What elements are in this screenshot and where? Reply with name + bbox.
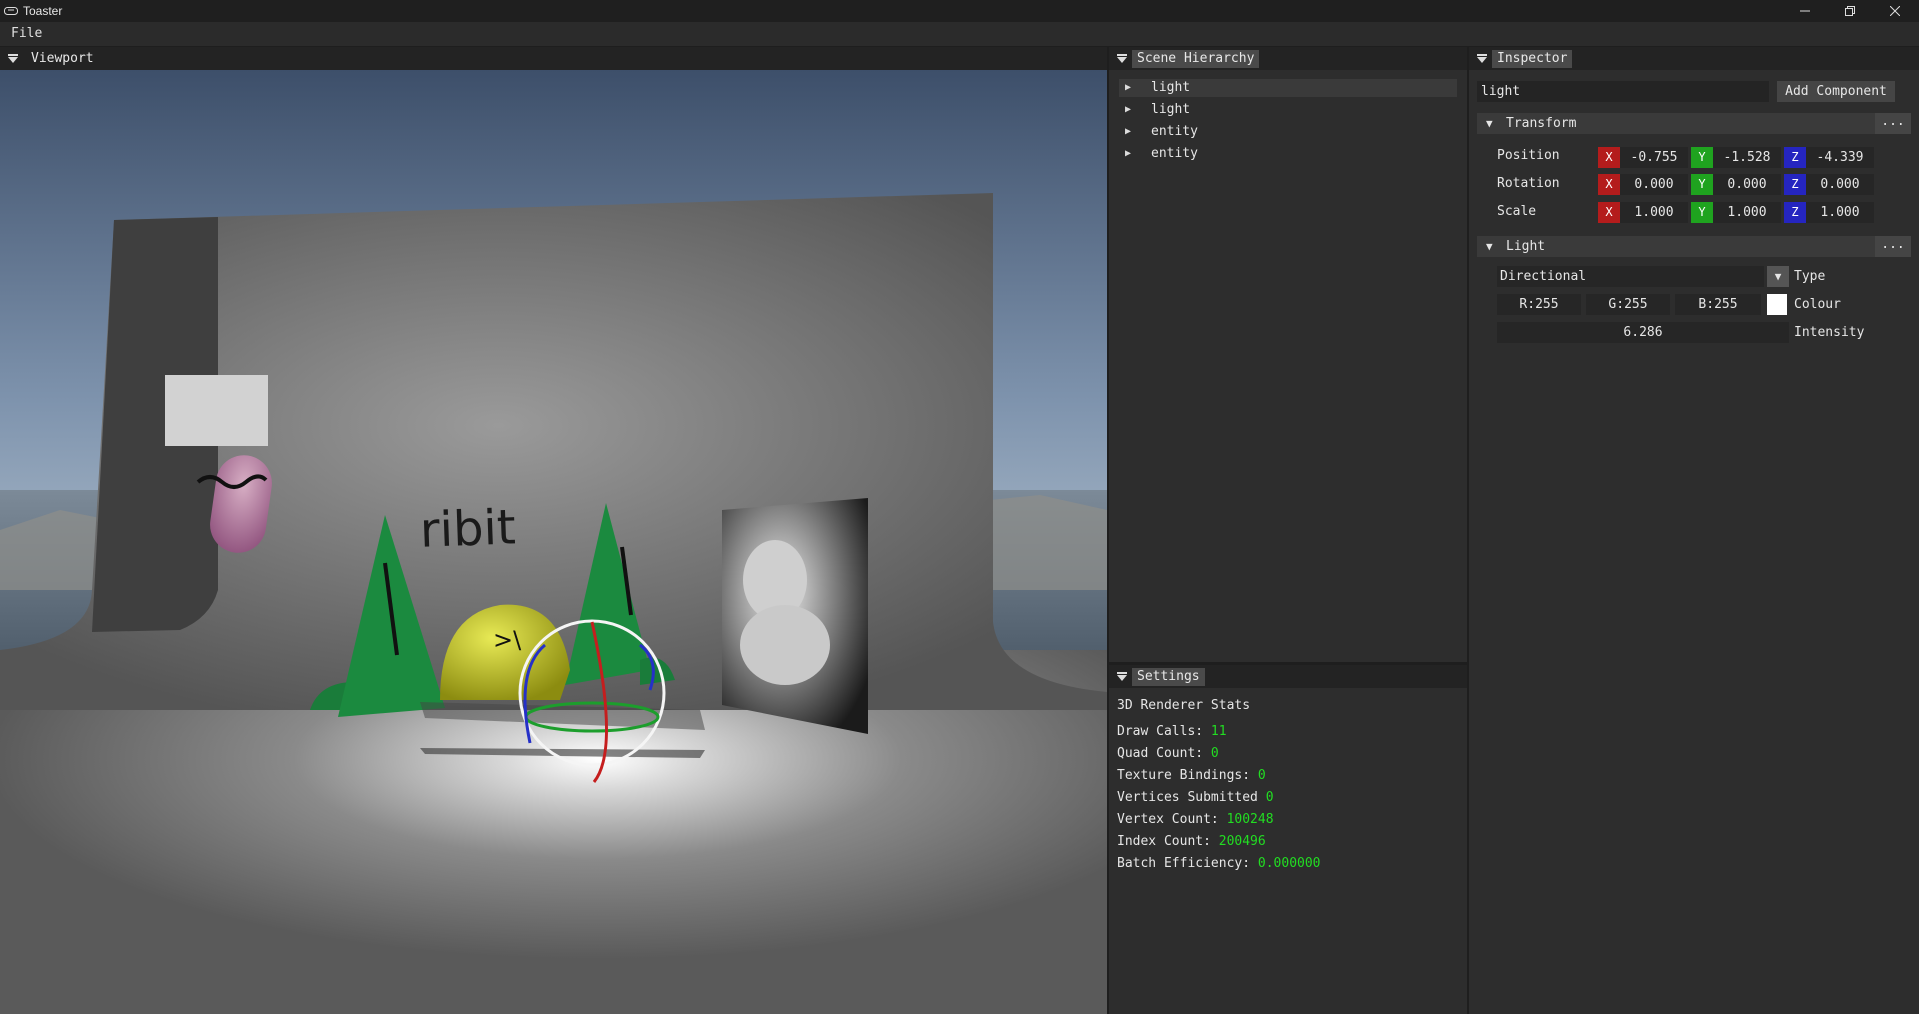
scale-z-field[interactable]: 1.000 xyxy=(1806,202,1874,223)
settings-header: Settings xyxy=(1109,665,1467,688)
viewport-header: Viewport xyxy=(0,47,1107,70)
tree-item-label: entity xyxy=(1151,146,1198,161)
rotation-z-button[interactable]: Z xyxy=(1784,174,1806,195)
hierarchy-header: Scene Hierarchy xyxy=(1109,47,1467,70)
collapse-icon[interactable] xyxy=(1477,54,1487,63)
tree-item[interactable]: ▶ light xyxy=(1119,101,1457,119)
expanded-arrow-icon: ▼ xyxy=(1486,117,1493,130)
restore-icon xyxy=(1845,6,1855,16)
position-z-field[interactable]: -4.339 xyxy=(1806,147,1874,168)
stat-batch-efficiency: Batch Efficiency: 0.000000 xyxy=(1117,856,1321,871)
viewport-panel: Viewport >\ ribit xyxy=(0,47,1107,1014)
add-component-button[interactable]: Add Component xyxy=(1777,81,1895,102)
light-section-header[interactable]: ▼ Light ... xyxy=(1477,236,1911,257)
white-panel xyxy=(165,375,268,446)
face-text: >\ xyxy=(493,626,522,654)
settings-panel: Settings 3D Renderer Stats Draw Calls: 1… xyxy=(1109,665,1467,1014)
scale-y-field[interactable]: 1.000 xyxy=(1713,202,1781,223)
menu-file[interactable]: File xyxy=(11,26,42,41)
renderer-stats-title: 3D Renderer Stats xyxy=(1117,698,1251,713)
expanded-arrow-icon: ▼ xyxy=(1486,240,1493,253)
stat-draw-calls: Draw Calls: 11 xyxy=(1117,724,1227,739)
scene-hierarchy-panel: Scene Hierarchy ▶ light ▶ light ▶ entity… xyxy=(1109,47,1467,662)
stat-index-count: Index Count: 200496 xyxy=(1117,834,1266,849)
rotation-y-button[interactable]: Y xyxy=(1691,174,1713,195)
position-label: Position xyxy=(1497,148,1560,163)
colour-swatch[interactable] xyxy=(1767,294,1787,315)
close-icon xyxy=(1889,5,1901,17)
stat-vertex-count: Vertex Count: 100248 xyxy=(1117,812,1274,827)
window-title: Toaster xyxy=(23,4,63,18)
expand-arrow-icon[interactable]: ▶ xyxy=(1125,123,1131,141)
rotation-x-button[interactable]: X xyxy=(1598,174,1620,195)
colour-g-field[interactable]: G:255 xyxy=(1586,294,1670,315)
collapse-icon[interactable] xyxy=(1117,672,1127,681)
dropdown-arrow-button[interactable]: ▼ xyxy=(1767,266,1789,287)
chevron-down-icon: ▼ xyxy=(1774,270,1782,283)
position-y-button[interactable]: Y xyxy=(1691,147,1713,168)
tree-item[interactable]: ▶ entity xyxy=(1119,145,1457,163)
expand-arrow-icon[interactable]: ▶ xyxy=(1125,145,1131,163)
minimize-icon xyxy=(1800,10,1810,12)
tree-item-label: light xyxy=(1151,102,1191,117)
collapse-icon[interactable] xyxy=(1117,54,1127,63)
scale-x-field[interactable]: 1.000 xyxy=(1620,202,1688,223)
stat-quad-count: Quad Count: 0 xyxy=(1117,746,1219,761)
position-z-button[interactable]: Z xyxy=(1784,147,1806,168)
rotation-x-field[interactable]: 0.000 xyxy=(1620,174,1688,195)
tree-item-label: entity xyxy=(1151,124,1198,139)
inspector-header: Inspector xyxy=(1469,47,1919,70)
restore-button[interactable] xyxy=(1827,0,1873,22)
position-y-field[interactable]: -1.528 xyxy=(1713,147,1781,168)
scale-x-button[interactable]: X xyxy=(1598,202,1620,223)
colour-b-field[interactable]: B:255 xyxy=(1675,294,1761,315)
rotation-label: Rotation xyxy=(1497,176,1560,191)
light-title: Light xyxy=(1506,239,1546,254)
scale-y-button[interactable]: Y xyxy=(1691,202,1713,223)
tab-scene-hierarchy[interactable]: Scene Hierarchy xyxy=(1132,50,1260,68)
transform-menu-button[interactable]: ... xyxy=(1875,113,1911,134)
ribit-label: ribit xyxy=(419,499,517,558)
tree-item[interactable]: ▶ entity xyxy=(1119,123,1457,141)
light-type-dropdown[interactable]: Directional xyxy=(1497,266,1764,287)
scale-label: Scale xyxy=(1497,204,1537,219)
close-button[interactable] xyxy=(1872,0,1918,22)
rotation-y-field[interactable]: 0.000 xyxy=(1713,174,1781,195)
title-bar: Toaster xyxy=(0,0,1919,22)
expand-arrow-icon[interactable]: ▶ xyxy=(1125,79,1131,97)
transform-section-header[interactable]: ▼ Transform ... xyxy=(1477,113,1911,134)
viewport-scene[interactable]: >\ ribit xyxy=(0,70,1107,1014)
rotation-z-field[interactable]: 0.000 xyxy=(1806,174,1874,195)
transform-title: Transform xyxy=(1506,116,1577,131)
tab-settings[interactable]: Settings xyxy=(1132,668,1205,686)
tab-viewport[interactable]: Viewport xyxy=(26,50,99,68)
entity-name-input[interactable]: light xyxy=(1477,81,1769,102)
tree-item[interactable]: ▶ light xyxy=(1119,79,1457,97)
colour-label: Colour xyxy=(1794,297,1841,312)
intensity-label: Intensity xyxy=(1794,325,1865,340)
light-menu-button[interactable]: ... xyxy=(1875,236,1911,257)
menu-bar: File xyxy=(0,22,1919,46)
position-x-field[interactable]: -0.755 xyxy=(1620,147,1688,168)
stat-vertices-submitted: Vertices Submitted 0 xyxy=(1117,790,1274,805)
scale-z-button[interactable]: Z xyxy=(1784,202,1806,223)
minimize-button[interactable] xyxy=(1782,0,1828,22)
toaster-app-icon xyxy=(4,7,18,15)
expand-arrow-icon[interactable]: ▶ xyxy=(1125,101,1131,119)
stat-texture-bindings: Texture Bindings: 0 xyxy=(1117,768,1266,783)
intensity-field[interactable]: 6.286 xyxy=(1497,322,1789,343)
tab-inspector[interactable]: Inspector xyxy=(1492,50,1573,68)
position-x-button[interactable]: X xyxy=(1598,147,1620,168)
collapse-icon[interactable] xyxy=(8,54,18,63)
inspector-panel: Inspector light Add Component ▼ Transfor… xyxy=(1469,47,1919,1014)
type-label: Type xyxy=(1794,269,1826,284)
tree-item-label: light xyxy=(1151,80,1191,95)
colour-r-field[interactable]: R:255 xyxy=(1497,294,1581,315)
